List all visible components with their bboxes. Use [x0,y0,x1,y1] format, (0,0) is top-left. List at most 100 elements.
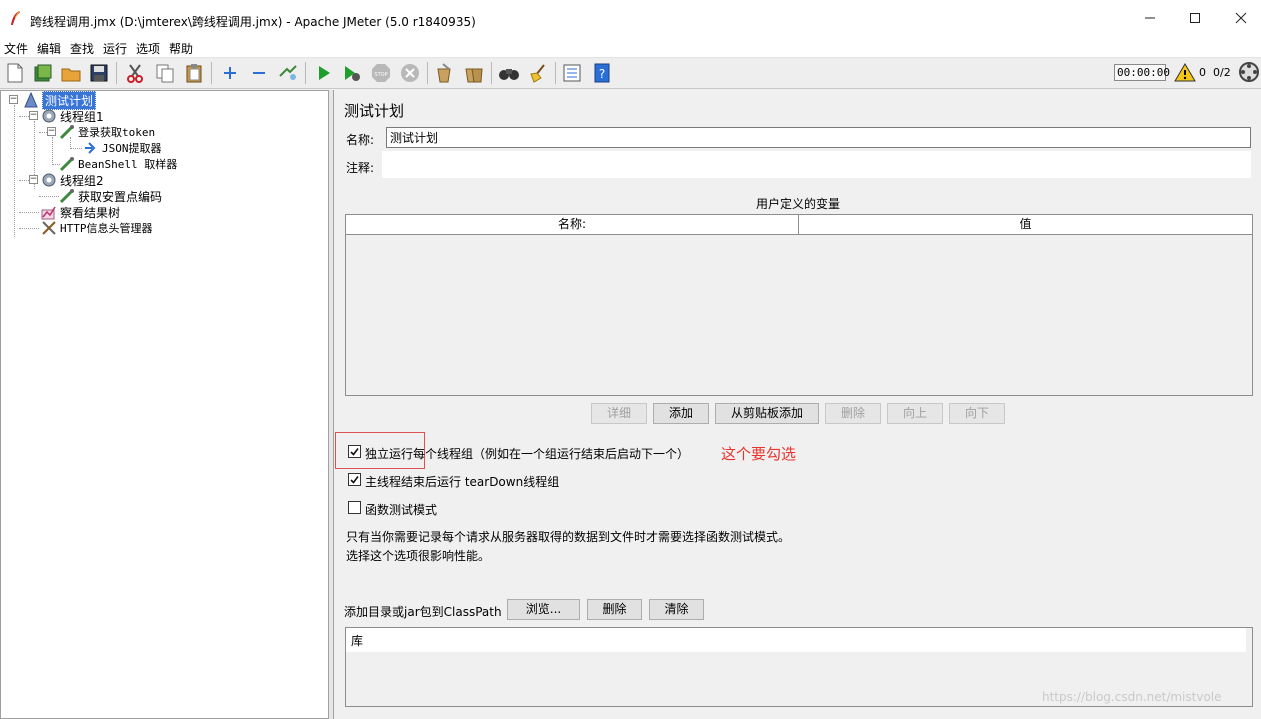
clear-icon[interactable] [434,62,456,84]
menu-options[interactable]: 选项 [136,40,160,57]
functional-mode-info-line2: 选择这个选项很影响性能。 [346,549,491,563]
reset-search-broom-icon[interactable] [527,62,549,84]
stop-icon[interactable]: STOP [370,62,392,84]
tree-label-login-sampler: 登录获取token [78,126,156,139]
tree-label-thread-group-2: 线程组2 [60,173,104,188]
toggle-icon[interactable] [277,62,299,84]
annotation-text: 这个要勾选 [721,445,797,463]
tree-connector [39,132,47,133]
tree-label-beanshell-sampler: BeanShell 取样器 [78,158,178,171]
shutdown-icon[interactable] [399,62,421,84]
start-no-pauses-icon[interactable] [341,62,363,84]
user-variables-table[interactable]: 名称: 值 [345,214,1253,396]
tree-connector [70,148,82,149]
svg-text:STOP: STOP [374,72,387,78]
test-plan-tree: − − − − 测试计划 线程组1 登录获取token JSON提取器 Bean… [0,90,329,719]
column-header-value[interactable]: 值 [799,215,1252,235]
serialize-thread-groups-label[interactable]: 独立运行每个线程组（例如在一个组运行结束后启动下一个） [365,445,689,462]
teardown-after-shutdown-checkbox[interactable] [348,473,361,486]
column-header-name[interactable]: 名称: [346,215,799,235]
name-label: 名称: [346,133,375,147]
classpath-clear-button[interactable]: 清除 [649,599,704,620]
help-icon[interactable]: ? [591,62,613,84]
name-field[interactable] [386,127,1251,148]
library-column-header: 库 [346,628,1246,652]
close-icon[interactable] [1231,8,1251,28]
expander-login-sampler[interactable]: − [47,127,56,136]
tree-connector [52,137,53,165]
paste-icon[interactable] [183,62,205,84]
tree-node-test-plan[interactable]: 测试计划 [23,90,97,110]
open-folder-icon[interactable] [60,62,82,84]
menu-help[interactable]: 帮助 [169,40,193,57]
cut-icon[interactable] [124,62,146,84]
classpath-label: 添加目录或jar包到ClassPath [344,605,502,619]
sampler-pipette-icon [59,156,75,172]
tree-node-login-sampler[interactable]: 登录获取token [59,124,155,140]
warning-icon[interactable] [1174,61,1196,83]
expand-all-icon[interactable] [219,62,241,84]
new-file-icon[interactable] [4,62,26,84]
tree-node-view-results-tree[interactable]: 察看结果树 [41,204,120,220]
clear-all-icon[interactable] [463,62,485,84]
tree-label-get-ids-sampler: 获取安置点编码 [78,189,163,204]
menu-bar: 文件 编辑 查找 运行 选项 帮助 [0,36,1261,58]
move-down-button[interactable]: 向下 [949,403,1005,424]
save-icon[interactable] [88,62,110,84]
tree-label-json-extractor: JSON提取器 [102,142,162,155]
move-up-button[interactable]: 向上 [887,403,943,424]
active-threads: 0/2 [1213,66,1231,79]
copy-icon[interactable] [154,62,176,84]
tree-connector [19,180,29,181]
templates-icon[interactable] [32,62,54,84]
functional-test-mode-label[interactable]: 函数测试模式 [365,501,437,518]
classpath-delete-button[interactable]: 删除 [587,599,642,620]
comment-label: 注释: [346,161,375,175]
function-helper-icon[interactable] [561,62,583,84]
svg-text:?: ? [599,67,605,81]
add-button[interactable]: 添加 [653,403,709,424]
menu-run[interactable]: 运行 [103,40,127,57]
tree-node-json-extractor[interactable]: JSON提取器 [83,140,162,156]
teardown-after-shutdown-label[interactable]: 主线程结束后运行 tearDown线程组 [365,473,559,490]
delete-button[interactable]: 删除 [825,403,881,424]
tree-connector [19,116,29,117]
sampler-pipette-icon [59,124,75,140]
test-plan-panel: 测试计划 名称: 注释: 用户定义的变量 名称: 值 详细 添加 从剪贴板添加 … [333,90,1261,719]
menu-file[interactable]: 文件 [4,40,28,57]
toolbar-separator [555,62,556,84]
watermark: https://blog.csdn.net/mistvole [1042,690,1222,704]
expander-thread-group-1[interactable]: − [29,111,38,120]
maximize-icon[interactable] [1185,8,1205,28]
test-plan-icon [23,92,39,108]
tree-label-http-header-manager: HTTP信息头管理器 [60,222,153,235]
menu-edit[interactable]: 编辑 [37,40,61,57]
browse-button[interactable]: 浏览... [507,599,580,620]
start-icon[interactable] [313,62,335,84]
user-defined-variables-title: 用户定义的变量 [755,197,840,211]
elapsed-timer: 00:00:00 [1114,64,1170,81]
minimize-icon[interactable] [1140,8,1160,28]
serialize-thread-groups-checkbox[interactable] [348,445,361,458]
tree-connector [14,105,15,237]
functional-test-mode-checkbox[interactable] [348,501,361,514]
menu-search[interactable]: 查找 [70,40,94,57]
toolbar-separator [211,62,212,84]
comment-field[interactable] [382,151,1251,178]
detail-button[interactable]: 详细 [591,403,647,424]
listener-chart-icon [41,204,57,220]
search-binoculars-icon[interactable] [498,62,520,84]
tree-node-http-header-manager[interactable]: HTTP信息头管理器 [41,220,153,236]
expander-test-plan[interactable]: − [9,95,18,104]
tree-node-get-ids-sampler[interactable]: 获取安置点编码 [59,188,162,204]
tree-connector [39,196,59,197]
extractor-arrow-icon [83,140,99,156]
expander-thread-group-2[interactable]: − [29,175,38,184]
toolbar: STOP ? 00:00:00 0 0/2 [0,58,1261,89]
tree-node-thread-group-1[interactable]: 线程组1 [41,108,104,124]
tree-node-thread-group-2[interactable]: 线程组2 [41,172,104,188]
tree-connector [19,228,39,229]
tree-node-beanshell-sampler[interactable]: BeanShell 取样器 [59,156,177,172]
collapse-all-icon[interactable] [248,62,270,84]
add-from-clipboard-button[interactable]: 从剪贴板添加 [715,403,819,424]
